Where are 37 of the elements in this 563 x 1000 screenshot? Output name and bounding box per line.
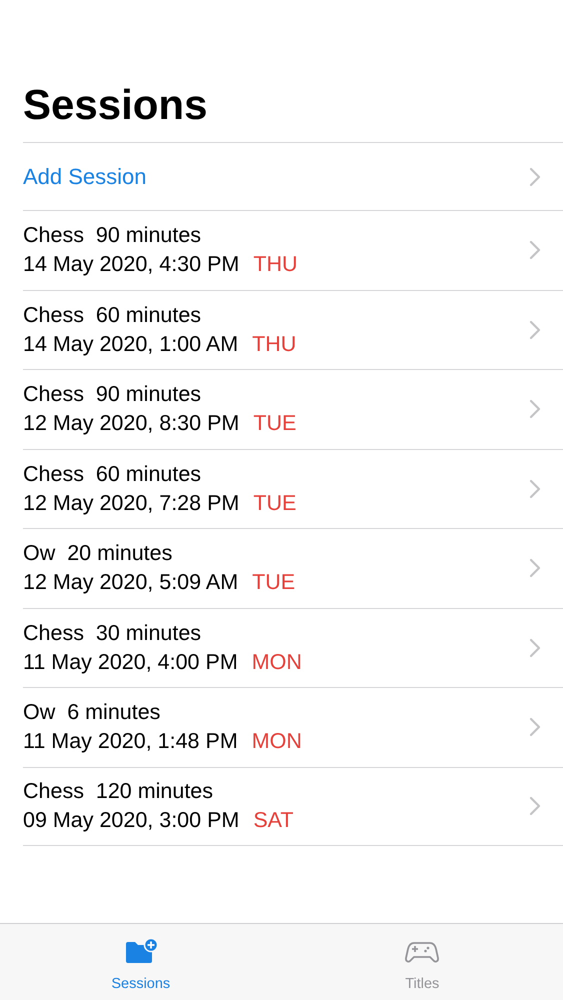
session-date: 11 May 2020, 1:48 PM	[23, 729, 238, 754]
session-date: 14 May 2020, 4:30 PM	[23, 252, 240, 276]
session-summary: Chess 90 minutes	[23, 223, 202, 248]
tab-item[interactable]: Titles	[282, 924, 563, 1000]
session-summary: Chess 30 minutes	[23, 620, 202, 645]
chevron-icon	[529, 717, 541, 738]
chevron-icon	[529, 399, 541, 420]
page-title: Sessions	[23, 80, 208, 130]
session-summary: Chess 120 minutes	[23, 779, 214, 804]
session-summary: Chess 90 minutes	[23, 382, 202, 406]
session-date: 11 May 2020, 4:00 PM	[23, 650, 238, 674]
session-date: 09 May 2020, 3:00 PM	[23, 808, 240, 832]
tab-item[interactable]: Sessions	[0, 924, 282, 1000]
weekday-label: MON	[252, 729, 302, 754]
chevron-icon	[529, 240, 541, 260]
session-date: 12 May 2020, 7:28 PM	[23, 490, 240, 515]
add-session-link[interactable]: Add Session	[23, 164, 147, 189]
chevron-icon	[529, 320, 541, 340]
chevron-icon	[529, 166, 541, 187]
session-summary: Chess 60 minutes	[23, 302, 202, 327]
session-summary: Ow 6 minutes	[23, 700, 160, 724]
session-date: 12 May 2020, 8:30 PM	[23, 411, 240, 436]
session-summary: Ow 20 minutes	[23, 541, 172, 566]
weekday-label: SAT	[253, 808, 294, 832]
chevron-icon	[529, 796, 541, 816]
session-summary: Chess 60 minutes	[23, 462, 202, 486]
chevron-icon	[529, 478, 541, 499]
weekday-label: MON	[252, 650, 302, 674]
session-date: 14 May 2020, 1:00 AM	[23, 332, 238, 356]
chevron-icon	[529, 558, 541, 578]
weekday-label: TUE	[252, 570, 296, 594]
weekday-label: TUE	[253, 490, 296, 515]
session-date: 12 May 2020, 5:09 AM	[23, 570, 238, 594]
weekday-label: THU	[252, 332, 296, 356]
weekday-label: THU	[253, 252, 298, 276]
weekday-label: TUE	[253, 411, 296, 436]
chevron-icon	[529, 638, 541, 658]
